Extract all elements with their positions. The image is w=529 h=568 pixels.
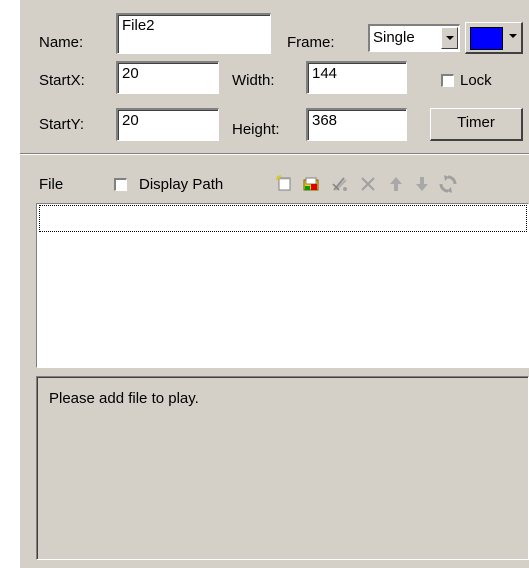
width-label: Width: — [232, 72, 275, 89]
clear-list-icon[interactable] — [330, 174, 350, 194]
frame-select-value: Single — [373, 29, 415, 46]
chevron-down-icon — [509, 34, 517, 38]
refresh-icon[interactable] — [438, 174, 458, 194]
display-path-checkbox[interactable] — [114, 178, 127, 191]
list-item[interactable] — [39, 205, 527, 232]
section-divider-highlight — [20, 154, 529, 155]
info-box: Please add file to play. — [36, 376, 529, 560]
frame-label: Frame: — [287, 34, 335, 51]
add-folder-icon[interactable] — [302, 174, 322, 194]
move-down-icon[interactable] — [412, 174, 432, 194]
name-label: Name: — [39, 34, 84, 51]
display-path-label: Display Path — [139, 176, 224, 193]
starty-field[interactable]: 20 — [116, 108, 219, 141]
lock-label: Lock — [460, 72, 492, 89]
height-field[interactable]: 368 — [306, 108, 407, 141]
frame-select-dropdown-button[interactable] — [441, 27, 458, 49]
color-dropdown-button[interactable] — [507, 26, 519, 48]
delete-icon[interactable] — [358, 174, 378, 194]
starty-label: StartY: — [39, 116, 85, 133]
file-list[interactable] — [36, 203, 529, 368]
frame-color-picker[interactable] — [465, 22, 523, 54]
frame-color-swatch — [470, 27, 503, 50]
name-field[interactable]: File2 — [116, 13, 271, 54]
width-field[interactable]: 144 — [306, 61, 407, 94]
frame-select[interactable]: Single — [368, 24, 460, 52]
file-label: File — [39, 176, 64, 193]
new-file-icon[interactable] — [275, 174, 295, 194]
height-label: Height: — [232, 121, 280, 138]
chevron-down-icon — [446, 36, 454, 40]
move-up-icon[interactable] — [386, 174, 406, 194]
timer-button[interactable]: Timer — [430, 108, 523, 141]
lock-checkbox[interactable] — [441, 74, 454, 87]
startx-label: StartX: — [39, 72, 85, 89]
startx-field[interactable]: 20 — [116, 61, 219, 94]
info-message: Please add file to play. — [49, 390, 199, 407]
